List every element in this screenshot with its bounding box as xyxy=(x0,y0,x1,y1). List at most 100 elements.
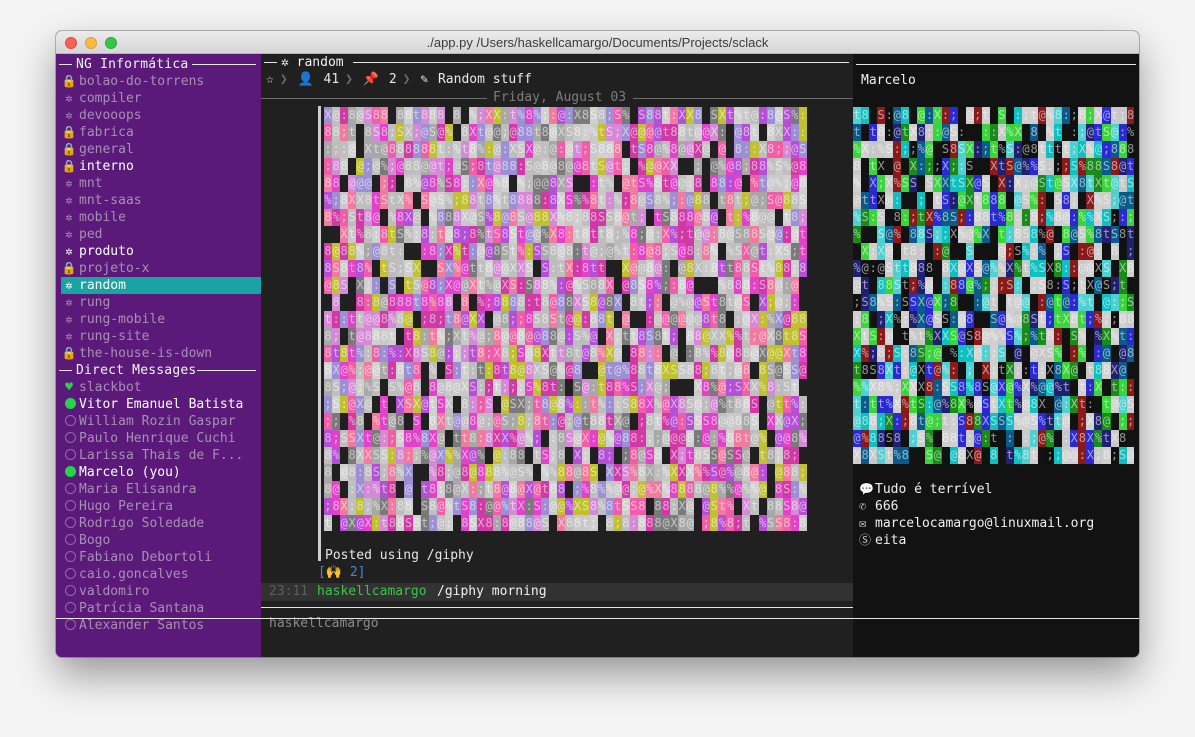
phone-text: 666 xyxy=(875,499,899,514)
channel-header: ✲ random xyxy=(261,54,853,71)
sidebar-channel-rung-site[interactable]: ✲ rung-site xyxy=(61,328,261,345)
dm-item[interactable]: Patrícia Santana xyxy=(61,600,261,617)
offline-status-icon xyxy=(61,413,77,430)
channel-topic[interactable]: Random stuff xyxy=(438,72,532,87)
giphy-image: X@:8@S88 88t888 8 %;XX:t%8%;:@:X8S8;S% S… xyxy=(324,107,807,531)
channel-label: general xyxy=(79,142,134,157)
pencil-icon: ✎ xyxy=(420,72,429,87)
gear-icon: ✲ xyxy=(65,193,73,207)
envelope-icon: ✉ xyxy=(859,516,867,530)
gear-icon: ✲ xyxy=(65,278,73,292)
dm-item[interactable]: Alexander Santos xyxy=(61,617,261,634)
sidebar-channel-rung[interactable]: ✲ rung xyxy=(61,294,261,311)
sidebar-channel-produto[interactable]: ✲ produto xyxy=(61,243,261,260)
dm-item[interactable]: valdomiro xyxy=(61,583,261,600)
team-header: NG Informática xyxy=(56,56,261,73)
channel-label: mnt-saas xyxy=(79,193,142,208)
channel-label: rung-mobile xyxy=(79,312,166,327)
sidebar-channel-ped[interactable]: ✲ ped xyxy=(61,226,261,243)
message-author[interactable]: haskellcamargo xyxy=(317,583,427,601)
window-title: ./app.py /Users/haskellcamargo/Documents… xyxy=(426,35,769,50)
pin-count[interactable]: 2 xyxy=(389,72,397,87)
dm-header: Direct Messages xyxy=(56,362,261,379)
dm-label: Rodrigo Soledade xyxy=(79,516,205,531)
offline-status-icon xyxy=(61,566,77,583)
sidebar: NG Informática 🔒 bolao-do-torrens ✲ compile… xyxy=(56,54,261,657)
message-time: 23:11 xyxy=(269,584,309,599)
offline-status-icon xyxy=(61,447,77,464)
sidebar-channel-devooops[interactable]: ✲ devooops xyxy=(61,107,261,124)
skype-text: eita xyxy=(875,533,907,548)
message-selection-bar xyxy=(318,106,321,561)
sidebar-channel-the-house-is-down[interactable]: 🔒 the-house-is-down xyxy=(61,345,261,362)
team-name: NG Informática xyxy=(76,57,189,72)
sidebar-channel-interno[interactable]: 🔒 interno xyxy=(61,158,261,175)
lock-icon: 🔒 xyxy=(61,142,77,156)
channel-title: ✲ random xyxy=(281,54,344,71)
dm-label: Bogo xyxy=(79,533,111,548)
channel-label: random xyxy=(79,278,126,293)
channel-label: devooops xyxy=(79,108,142,123)
heart-icon: ♥ xyxy=(65,380,73,395)
email-text[interactable]: marcelocamargo@linuxmail.org xyxy=(875,516,1094,531)
sidebar-channel-compiler[interactable]: ✲ compiler xyxy=(61,90,261,107)
offline-status-icon xyxy=(61,532,77,549)
message-row[interactable]: 23:11 haskellcamargo /giphy morning xyxy=(261,583,853,601)
channel-name: random xyxy=(296,55,344,70)
date-divider: Friday, August 03 xyxy=(261,90,853,106)
raised-hands-icon: 🙌 xyxy=(325,565,343,580)
sidebar-channel-mnt-saas[interactable]: ✲ mnt-saas xyxy=(61,192,261,209)
dm-item[interactable]: Vitor Emanuel Batista xyxy=(61,396,261,413)
channel-view: ✲ random ☆ ❯ 👤 41 ❯ 📌 2 ❯ ✎ Random stuff Fr… xyxy=(261,54,853,657)
status-text: Tudo é terrível xyxy=(875,482,993,497)
sidebar-channel-bolao-do-torrens[interactable]: 🔒 bolao-do-torrens xyxy=(61,73,261,90)
dm-label: Paulo Henrique Cuchi xyxy=(79,431,236,446)
lock-icon: 🔒 xyxy=(61,261,77,275)
dm-item[interactable]: Hugo Pereira xyxy=(61,498,261,515)
channel-label: rung-site xyxy=(79,329,150,344)
dm-item[interactable]: Fabiano Debortoli xyxy=(61,549,261,566)
dm-item[interactable]: Marcelo (you) xyxy=(61,464,261,481)
gear-icon: ✲ xyxy=(65,244,73,258)
offline-status-icon xyxy=(61,498,77,515)
sidebar-channel-mnt[interactable]: ✲ mnt xyxy=(61,175,261,192)
channel-label: fabrica xyxy=(79,125,134,140)
dm-item[interactable]: Rodrigo Soledade xyxy=(61,515,261,532)
dm-item[interactable]: ♥ slackbot xyxy=(61,379,261,396)
dm-label: Fabiano Debortoli xyxy=(79,550,213,565)
gear-icon: ✲ xyxy=(65,329,73,343)
gear-icon: ✲ xyxy=(65,210,73,224)
dm-item[interactable]: caio.goncalves xyxy=(61,566,261,583)
dm-label: William Rozin Gaspar xyxy=(79,414,236,429)
sidebar-channel-general[interactable]: 🔒 general xyxy=(61,141,261,158)
dm-item[interactable]: Bogo xyxy=(61,532,261,549)
profile-divider xyxy=(856,64,1136,65)
channel-label: ped xyxy=(79,227,103,242)
dm-label: caio.goncalves xyxy=(79,567,189,582)
sidebar-channel-projeto-x[interactable]: 🔒 projeto-x xyxy=(61,260,261,277)
dm-label: Patrícia Santana xyxy=(79,601,205,616)
giphy-caption: Posted using /giphy xyxy=(325,548,474,563)
dm-item[interactable]: Paulo Henrique Cuchi xyxy=(61,430,261,447)
star-icon[interactable]: ☆ xyxy=(266,72,274,87)
dm-item[interactable]: Larissa Thais de F... xyxy=(61,447,261,464)
dm-item[interactable]: William Rozin Gaspar xyxy=(61,413,261,430)
speech-bubble-icon: 💬 xyxy=(859,482,874,496)
sidebar-channel-rung-mobile[interactable]: ✲ rung-mobile xyxy=(61,311,261,328)
pin-icon: 📌 xyxy=(362,72,379,87)
sidebar-channel-mobile[interactable]: ✲ mobile xyxy=(61,209,261,226)
gear-icon: ✲ xyxy=(65,91,73,105)
gear-icon: ✲ xyxy=(65,108,73,122)
dm-label: Vitor Emanuel Batista xyxy=(79,397,244,412)
sidebar-channel-random[interactable]: ✲ random xyxy=(61,277,261,294)
offline-status-icon xyxy=(61,583,77,600)
dm-label: Alexander Santos xyxy=(79,618,205,633)
terminal-window: ./app.py /Users/haskellcamargo/Documents… xyxy=(56,31,1139,657)
dm-label: valdomiro xyxy=(79,584,150,599)
dm-label: Hugo Pereira xyxy=(79,499,173,514)
dm-item[interactable]: Maria Elisandra xyxy=(61,481,261,498)
member-count[interactable]: 41 xyxy=(324,72,340,87)
reaction-badge[interactable]: [🙌 2] xyxy=(318,565,366,580)
sidebar-channel-fabrica[interactable]: 🔒 fabrica xyxy=(61,124,261,141)
online-status-icon xyxy=(61,464,77,481)
